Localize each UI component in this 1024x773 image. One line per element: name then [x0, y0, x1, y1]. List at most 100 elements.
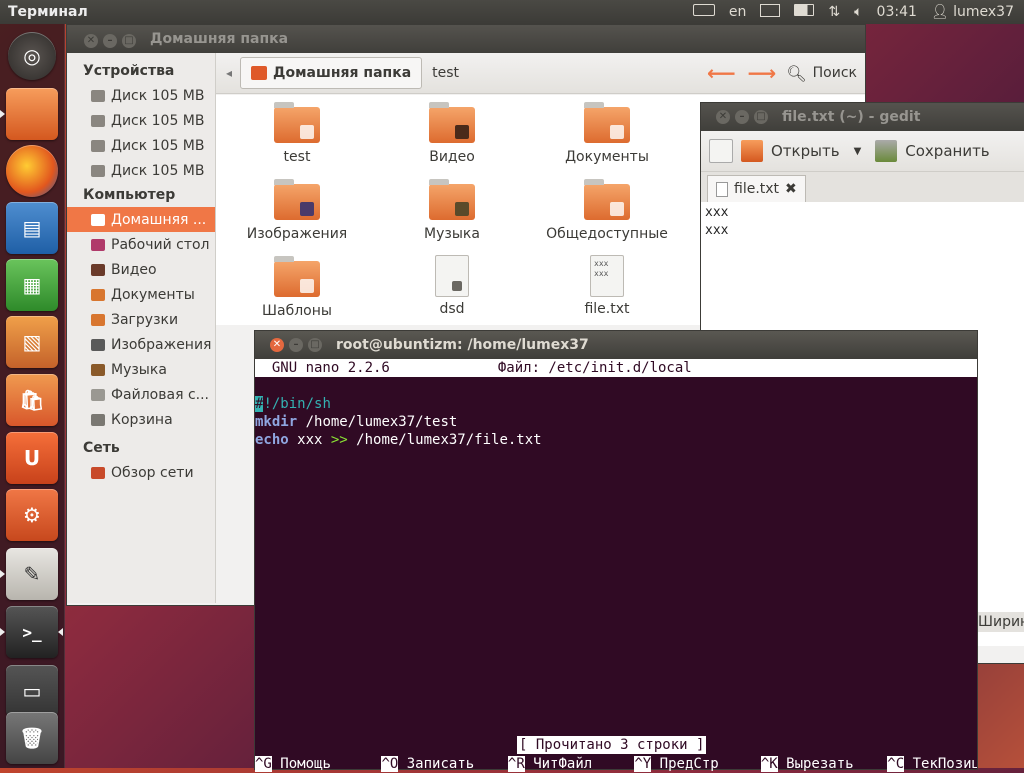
new-document-icon[interactable]	[709, 139, 733, 163]
minimize-icon[interactable]: –	[735, 110, 749, 124]
file-item-label: Видео	[429, 149, 475, 165]
sidebar-item-desktop[interactable]: Рабочий стол	[67, 232, 215, 257]
drive-icon	[91, 89, 105, 102]
public-folder-icon	[584, 179, 630, 220]
system-settings-icon[interactable]: ⚙	[6, 489, 58, 541]
terminal-window: ✕ – □ root@ubuntizm: /home/lumex37 GNU nan…	[254, 330, 978, 772]
minimize-icon[interactable]: –	[289, 338, 303, 352]
keyboard-layout[interactable]: en	[729, 4, 747, 20]
clock[interactable]: 03:41	[877, 4, 917, 20]
libreoffice-impress-icon[interactable]: ▧	[6, 316, 58, 368]
nano-filename: Файл: /etc/init.d/local	[497, 360, 692, 376]
ubuntu-dash-icon[interactable]: ◎	[8, 32, 56, 80]
network-icon[interactable]: ⇅	[828, 4, 840, 20]
sidebar-item-network[interactable]: Обзор сети	[67, 460, 215, 485]
text-file-icon: xxx xxx	[590, 255, 624, 297]
search-icon[interactable]: 🔍︎	[786, 64, 806, 83]
search-button[interactable]: Поиск	[813, 65, 857, 81]
open-button[interactable]: Открыть	[771, 142, 840, 160]
gedit-titlebar[interactable]: ✕ – □ file.txt (~) - gedit	[701, 103, 1024, 131]
file-item-videos[interactable]: Видео	[377, 102, 527, 165]
sidebar-item-disk[interactable]: Диск 105 MB	[67, 108, 215, 133]
sidebar-heading-computer: Компьютер	[83, 187, 176, 203]
tab-label: file.txt	[734, 181, 780, 197]
close-icon[interactable]: ✕	[270, 338, 284, 352]
shortcut-key: ^G	[255, 756, 272, 772]
libreoffice-calc-icon[interactable]: ▦	[6, 259, 58, 311]
sidebar-item-home[interactable]: Домашняя ...	[67, 207, 215, 232]
indicator-area: en ⇅ 🔈︎ 03:41 👤︎ lumex37	[692, 3, 1024, 21]
desktop-icon	[91, 238, 105, 251]
user-menu[interactable]: 👤︎ lumex37	[931, 4, 1014, 20]
sidebar-item-videos[interactable]: Видео	[67, 257, 215, 282]
trash-icon	[91, 413, 105, 426]
file-item-music[interactable]: Музыка	[377, 179, 527, 242]
breadcrumb-home[interactable]: Домашняя папка	[240, 57, 423, 89]
shebang: !/bin/sh	[263, 396, 331, 412]
terminal-icon[interactable]: >_	[6, 606, 58, 658]
keyboard-icon[interactable]	[692, 4, 715, 20]
nano-status: [ Прочитано 3 строки ]	[517, 736, 707, 754]
terminal-body[interactable]: GNU nano 2.2.6 Файл: /etc/init.d/local #!…	[255, 359, 977, 772]
maximize-icon[interactable]: □	[308, 338, 322, 352]
sidebar-item-disk[interactable]: Диск 105 MB	[67, 133, 215, 158]
software-center-icon[interactable]: 🛍︎	[6, 374, 58, 426]
save-button[interactable]: Сохранить	[905, 142, 989, 160]
focused-indicator	[58, 628, 63, 636]
close-icon[interactable]: ✕	[84, 33, 98, 48]
trash-icon[interactable]: 🗑︎	[6, 712, 58, 764]
volume-icon[interactable]: 🔈︎	[854, 4, 862, 20]
firefox-icon[interactable]	[6, 145, 58, 197]
forward-arrow-icon[interactable]: ⟶	[748, 61, 777, 85]
close-icon[interactable]: ✕	[716, 110, 730, 124]
breadcrumb-test[interactable]: test	[422, 58, 469, 88]
shortcut-label: Помощь	[280, 756, 331, 772]
sidebar-item-disk[interactable]: Диск 105 MB	[67, 158, 215, 183]
save-icon[interactable]	[875, 140, 898, 162]
file-item-test[interactable]: test	[222, 102, 372, 165]
sidebar-item-documents[interactable]: Документы	[67, 282, 215, 307]
sidebar-item-label: Документы	[111, 286, 195, 303]
sidebar-item-trash[interactable]: Корзина	[67, 407, 215, 432]
shortcut-label: Вырезать	[786, 756, 854, 772]
code-line-3: echo xxx >> /home/lumex37/file.txt	[255, 431, 977, 449]
sidebar-item-music[interactable]: Музыка	[67, 357, 215, 382]
nano-version: GNU nano 2.2.6	[255, 360, 390, 376]
mail-icon[interactable]	[760, 3, 781, 21]
chevron-left-icon[interactable]: ◂	[226, 66, 232, 80]
workspace-switcher-icon[interactable]: ▭	[6, 665, 58, 717]
file-item-dsd[interactable]: dsd	[377, 255, 527, 317]
sidebar-item-downloads[interactable]: Загрузки	[67, 307, 215, 332]
file-item-label: Общедоступные	[546, 226, 668, 242]
file-item-pictures[interactable]: Изображения	[222, 179, 372, 242]
argument: /home/lumex37/file.txt	[347, 432, 542, 448]
locked-file-icon	[435, 255, 469, 297]
ubuntu-one-icon[interactable]: U	[6, 432, 58, 484]
file-item-templates[interactable]: Шаблоны	[222, 256, 372, 319]
back-arrow-icon[interactable]: ⟵	[707, 61, 736, 85]
libreoffice-writer-icon[interactable]: ▤	[6, 202, 58, 254]
sidebar-item-pictures[interactable]: Изображения	[67, 332, 215, 357]
files-window-title: Домашняя папка	[150, 31, 289, 47]
text-editor-icon[interactable]: ✎	[6, 548, 58, 600]
tab-file-txt[interactable]: file.txt ✖	[707, 175, 806, 202]
file-item-documents[interactable]: Документы	[532, 102, 682, 165]
sidebar-item-label: Изображения	[111, 336, 212, 353]
maximize-icon[interactable]: □	[122, 33, 136, 48]
breadcrumb-label: test	[432, 65, 460, 81]
shortcut-key: ^Y	[634, 756, 652, 772]
files-titlebar[interactable]: ✕ – □ Домашняя папка	[67, 25, 865, 53]
downloads-folder-icon	[91, 313, 105, 326]
file-item-filetxt[interactable]: xxx xxx file.txt	[532, 255, 682, 317]
chevron-down-icon[interactable]: ▼	[854, 146, 862, 157]
open-folder-icon[interactable]	[741, 140, 763, 162]
file-item-public[interactable]: Общедоступные	[532, 179, 682, 242]
sidebar-item-filesystem[interactable]: Файловая с...	[67, 382, 215, 407]
terminal-titlebar[interactable]: ✕ – □ root@ubuntizm: /home/lumex37	[255, 331, 977, 359]
sidebar-item-disk[interactable]: Диск 105 MB	[67, 83, 215, 108]
maximize-icon[interactable]: □	[754, 110, 768, 124]
minimize-icon[interactable]: –	[103, 33, 117, 48]
battery-icon[interactable]	[794, 4, 815, 20]
close-tab-icon[interactable]: ✖	[785, 181, 797, 197]
files-launcher-icon[interactable]	[6, 88, 58, 140]
